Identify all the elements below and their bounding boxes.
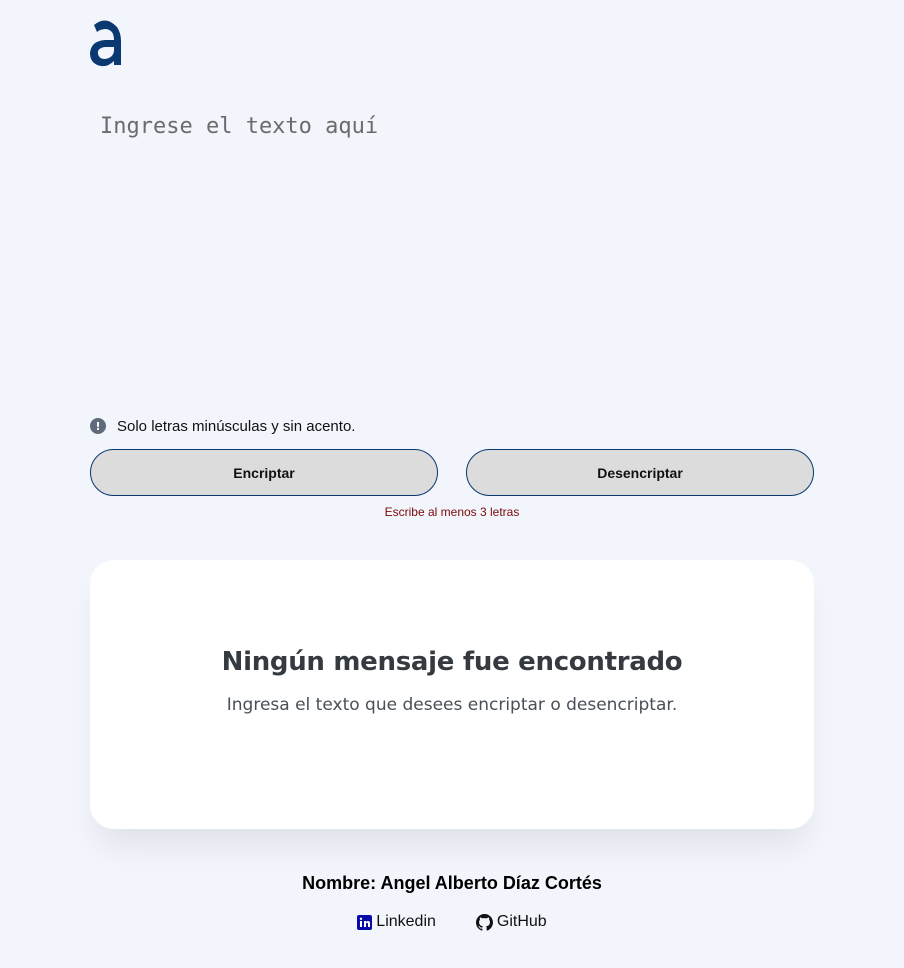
linkedin-link[interactable]: Linkedin [357, 913, 436, 931]
footer-links: Linkedin GitHub [0, 913, 904, 931]
github-label: GitHub [496, 913, 547, 930]
github-icon [475, 913, 493, 931]
output-panel: Ningún mensaje fue encontrado Ingresa el… [90, 560, 814, 829]
output-title: Ningún mensaje fue encontrado [221, 647, 683, 677]
text-input[interactable] [90, 104, 814, 394]
output-subtitle: Ingresa el texto que desees encriptar o … [226, 695, 678, 715]
linkedin-label: Linkedin [376, 913, 436, 930]
hint-text: Solo letras minúsculas y sin acento. [117, 417, 356, 435]
author-name: Nombre: Angel Alberto Díaz Cortés [302, 873, 602, 893]
input-hint: ! Solo letras minúsculas y sin acento. [90, 415, 355, 437]
error-message: Escribe al menos 3 letras [384, 505, 520, 519]
encrypt-button[interactable]: Encriptar [90, 449, 438, 496]
github-link[interactable]: GitHub [475, 913, 547, 931]
linkedin-icon [357, 914, 373, 930]
decrypt-button[interactable]: Desencriptar [466, 449, 814, 496]
info-circle-icon: ! [90, 418, 106, 434]
alura-logo-icon [90, 20, 121, 67]
